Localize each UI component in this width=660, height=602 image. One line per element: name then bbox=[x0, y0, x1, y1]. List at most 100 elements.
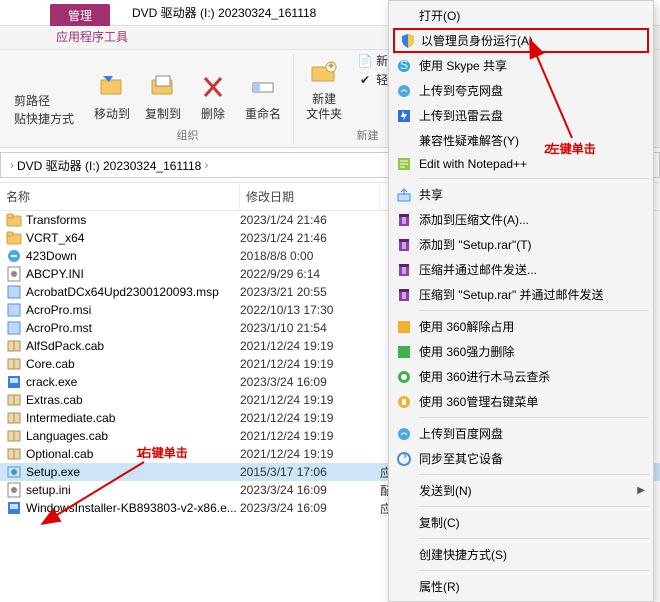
360d-icon bbox=[396, 394, 412, 410]
context-menu-item[interactable]: 添加到 "Setup.rar"(T) bbox=[391, 232, 651, 257]
context-menu-label: 上传到夸克网盘 bbox=[419, 82, 503, 99]
file-name: Setup.exe bbox=[26, 465, 240, 479]
context-menu-label: 使用 Skype 共享 bbox=[419, 57, 507, 74]
shield-icon bbox=[400, 33, 416, 49]
file-date: 2023/1/10 21:54 bbox=[240, 321, 380, 335]
ribbon-group-organize: 组织 bbox=[177, 127, 199, 143]
context-menu-item[interactable]: 属性(R) bbox=[391, 574, 651, 599]
file-icon bbox=[6, 302, 22, 318]
context-menu-item[interactable]: 上传到百度网盘 bbox=[391, 421, 651, 446]
context-menu-item[interactable]: 共享 bbox=[391, 182, 651, 207]
svg-text:✦: ✦ bbox=[326, 59, 336, 73]
file-name: Extras.cab bbox=[26, 393, 240, 407]
context-menu-label: 压缩到 "Setup.rar" 并通过邮件发送 bbox=[419, 286, 604, 303]
file-date: 2023/1/24 21:46 bbox=[240, 231, 380, 245]
context-menu-label: 上传到百度网盘 bbox=[419, 425, 503, 442]
context-menu-label: 兼容性疑难解答(Y) bbox=[419, 132, 519, 149]
context-menu-item[interactable]: 使用 360管理右键菜单 bbox=[391, 389, 651, 414]
file-icon bbox=[6, 320, 22, 336]
context-menu-separator bbox=[419, 538, 649, 539]
context-menu-label: 使用 360强力删除 bbox=[419, 343, 514, 360]
file-date: 2021/12/24 19:19 bbox=[240, 429, 380, 443]
cut-path-button[interactable]: 剪路径 bbox=[12, 93, 76, 111]
context-menu-item[interactable]: S 使用 Skype 共享 bbox=[391, 53, 651, 78]
context-menu-item[interactable]: 同步至其它设备 bbox=[391, 446, 651, 471]
context-menu-label: 复制(C) bbox=[419, 514, 460, 531]
context-menu-item[interactable]: 上传到夸克网盘 bbox=[391, 78, 651, 103]
sync-icon bbox=[396, 451, 412, 467]
ribbon-tab-manage[interactable]: 管理 bbox=[50, 4, 110, 26]
annotation-step2: 2左键单击 bbox=[544, 140, 596, 157]
context-menu-item[interactable]: 上传到迅雷云盘 bbox=[391, 103, 651, 128]
file-name: Intermediate.cab bbox=[26, 411, 240, 425]
file-icon bbox=[6, 266, 22, 282]
file-date: 2018/8/8 0:00 bbox=[240, 249, 380, 263]
context-menu-label: 上传到迅雷云盘 bbox=[419, 107, 503, 124]
file-icon bbox=[6, 410, 22, 426]
context-menu-item[interactable]: Edit with Notepad++ bbox=[391, 153, 651, 175]
col-name[interactable]: 名称 bbox=[0, 183, 240, 210]
file-icon bbox=[6, 482, 22, 498]
context-menu-label: 添加到 "Setup.rar"(T) bbox=[419, 236, 532, 253]
ribbon-group-new: 新建 bbox=[357, 127, 379, 143]
file-date: 2023/3/21 20:55 bbox=[240, 285, 380, 299]
breadcrumb-segment[interactable]: DVD 驱动器 (I:) 20230324_161118 bbox=[17, 157, 201, 174]
file-name: WindowsInstaller-KB893803-v2-x86.e... bbox=[26, 501, 240, 515]
file-icon bbox=[6, 392, 22, 408]
context-menu-separator bbox=[419, 417, 649, 418]
file-date: 2021/12/24 19:19 bbox=[240, 447, 380, 461]
file-date: 2023/3/24 16:09 bbox=[240, 483, 380, 497]
file-icon bbox=[6, 356, 22, 372]
move-icon bbox=[95, 70, 129, 104]
context-menu-item[interactable]: 压缩并通过邮件发送... bbox=[391, 257, 651, 282]
context-menu: 打开(O) 以管理员身份运行(A) S 使用 Skype 共享上传到夸克网盘上传到迅雷… bbox=[388, 0, 654, 602]
rar-icon bbox=[396, 237, 412, 253]
file-icon bbox=[6, 284, 22, 300]
file-name: Transforms bbox=[26, 213, 240, 227]
context-menu-item[interactable]: 打开(O) bbox=[391, 3, 651, 28]
file-name: VCRT_x64 bbox=[26, 231, 240, 245]
new-folder-button[interactable]: ✦ 新建 文件夹 bbox=[300, 53, 348, 125]
rename-icon bbox=[246, 70, 280, 104]
skype-icon: S bbox=[396, 58, 412, 74]
file-name: AcrobatDCx64Upd2300120093.msp bbox=[26, 285, 240, 299]
file-name: AcroPro.msi bbox=[26, 303, 240, 317]
context-menu-item[interactable]: 使用 360进行木马云查杀 bbox=[391, 364, 651, 389]
file-date: 2015/3/17 17:06 bbox=[240, 465, 380, 479]
context-menu-item[interactable]: 添加到压缩文件(A)... bbox=[391, 207, 651, 232]
file-date: 2021/12/24 19:19 bbox=[240, 357, 380, 371]
rename-button[interactable]: 重命名 bbox=[239, 68, 287, 125]
file-name: setup.ini bbox=[26, 483, 240, 497]
context-menu-label: 共享 bbox=[419, 186, 443, 203]
context-menu-label: 使用 360进行木马云查杀 bbox=[419, 368, 550, 385]
rar-icon bbox=[396, 262, 412, 278]
context-menu-label: 以管理员身份运行(A) bbox=[421, 32, 533, 49]
context-menu-item[interactable]: 压缩到 "Setup.rar" 并通过邮件发送 bbox=[391, 282, 651, 307]
move-to-button[interactable]: 移动到 bbox=[88, 68, 136, 125]
context-menu-item[interactable]: 创建快捷方式(S) bbox=[391, 542, 651, 567]
context-menu-item[interactable]: 以管理员身份运行(A) bbox=[393, 28, 649, 53]
file-icon bbox=[6, 212, 22, 228]
col-date[interactable]: 修改日期 bbox=[240, 183, 380, 210]
file-date: 2022/10/13 17:30 bbox=[240, 303, 380, 317]
new-item-icon: 📄 bbox=[357, 54, 373, 70]
context-menu-label: 属性(R) bbox=[419, 578, 460, 595]
svg-text:S: S bbox=[400, 58, 408, 72]
360c-icon bbox=[396, 369, 412, 385]
context-menu-separator bbox=[419, 178, 649, 179]
context-menu-item[interactable]: 使用 360强力删除 bbox=[391, 339, 651, 364]
file-icon bbox=[6, 446, 22, 462]
context-menu-item[interactable]: 发送到(N)▶ bbox=[391, 478, 651, 503]
delete-button[interactable]: 删除 bbox=[190, 68, 236, 125]
ribbon-tab-apptools[interactable]: 应用程序工具 bbox=[46, 24, 138, 49]
chevron-right-icon: › bbox=[7, 158, 17, 172]
file-date: 2021/12/24 19:19 bbox=[240, 393, 380, 407]
context-menu-item[interactable]: 使用 360解除占用 bbox=[391, 314, 651, 339]
file-icon bbox=[6, 248, 22, 264]
context-menu-item[interactable]: 复制(C) bbox=[391, 510, 651, 535]
window-title: DVD 驱动器 (I:) 20230324_161118 bbox=[132, 4, 316, 21]
copy-to-button[interactable]: 复制到 bbox=[139, 68, 187, 125]
rar-icon bbox=[396, 287, 412, 303]
context-menu-item[interactable]: 兼容性疑难解答(Y) bbox=[391, 128, 651, 153]
paste-shortcut-button[interactable]: 贴快捷方式 bbox=[12, 111, 76, 129]
